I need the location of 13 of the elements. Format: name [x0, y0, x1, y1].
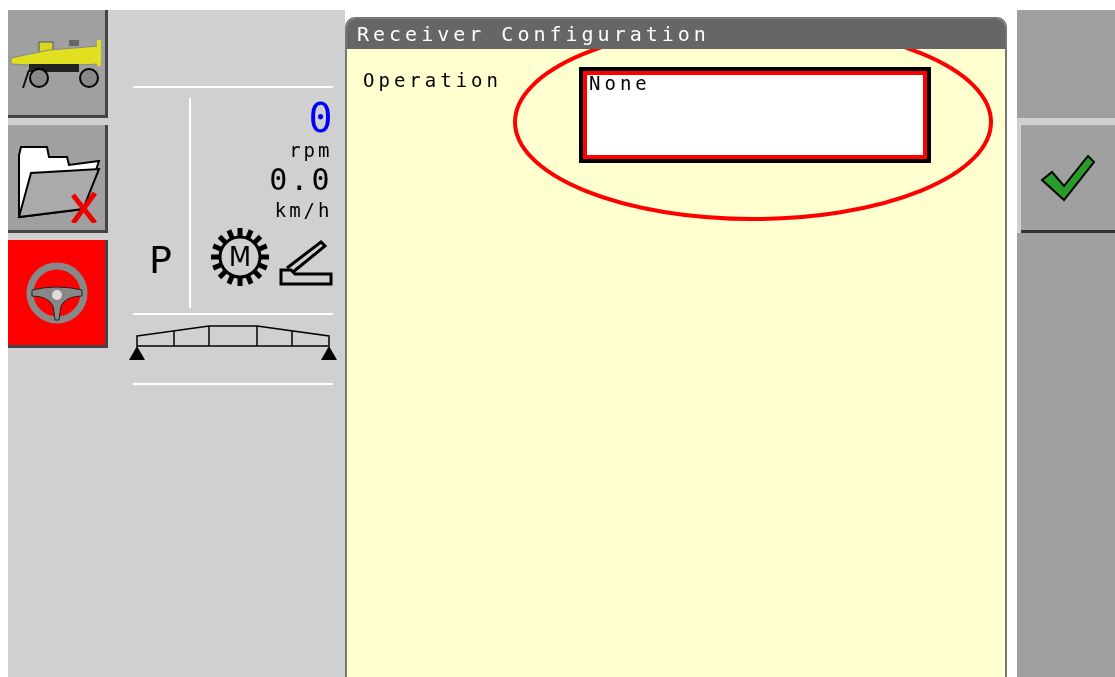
field-label: Operation: [363, 68, 503, 93]
steering-button[interactable]: [8, 240, 108, 348]
speed-value: 0.0: [269, 162, 333, 198]
gear-indicator: P: [149, 238, 172, 282]
value-field[interactable]: None: [579, 67, 931, 163]
dialog-title: Receiver Configuration: [347, 19, 1005, 49]
folder-button[interactable]: [8, 125, 108, 233]
rpm-value: 0: [308, 98, 333, 138]
steering-wheel-icon: [25, 261, 88, 324]
speed-unit: km/h: [274, 198, 333, 222]
confirm-button[interactable]: [1021, 125, 1115, 233]
sprayer-button[interactable]: [8, 10, 108, 118]
rpm-unit: rpm: [289, 138, 333, 162]
